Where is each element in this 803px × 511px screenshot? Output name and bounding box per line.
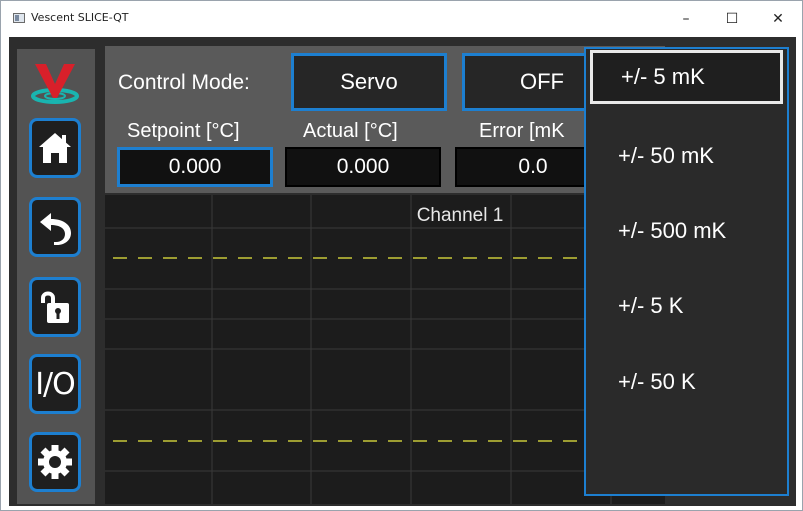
actual-value-display: 0.000 <box>285 147 441 187</box>
range-option[interactable]: +/- 5 mK <box>590 50 783 104</box>
control-mode-servo-button[interactable]: Servo <box>291 53 447 111</box>
settings-button[interactable] <box>29 432 81 492</box>
close-button[interactable]: ✕ <box>755 1 801 37</box>
range-option[interactable]: +/- 5 K <box>590 279 783 333</box>
setpoint-input[interactable]: 0.000 <box>117 147 273 187</box>
home-icon <box>39 133 71 163</box>
error-label: Error [mK <box>479 120 565 142</box>
window-title: Vescent SLICE-QT <box>31 11 129 24</box>
range-option[interactable]: +/- 50 mK <box>590 129 783 183</box>
setpoint-label: Setpoint [°C] <box>127 120 240 142</box>
chart-title: Channel 1 <box>416 205 504 226</box>
back-button[interactable] <box>29 197 81 257</box>
unlock-button[interactable] <box>29 277 81 337</box>
gear-icon <box>38 445 72 479</box>
home-button[interactable] <box>29 118 81 178</box>
title-bar: Vescent SLICE-QT – ☐ ✕ <box>1 1 802 37</box>
channel-chart: Channel 1 <box>105 195 665 504</box>
unlocked-padlock-icon <box>41 291 69 323</box>
sidebar: I/O <box>17 49 95 504</box>
range-option[interactable]: +/- 50 K <box>590 355 783 409</box>
range-dropdown-list[interactable]: +/- 5 mK +/- 50 mK +/- 500 mK +/- 5 K +/… <box>584 47 789 496</box>
undo-arrow-icon <box>40 213 71 245</box>
vescent-logo-icon <box>31 64 79 104</box>
maximize-button[interactable]: ☐ <box>709 1 755 37</box>
chart-plot-area <box>105 195 665 504</box>
control-panel: Control Mode: Servo OFF Setpoint [°C] Ac… <box>105 46 665 193</box>
control-mode-label: Control Mode: <box>118 71 250 94</box>
io-button[interactable]: I/O <box>29 354 81 414</box>
actual-label: Actual [°C] <box>303 120 398 142</box>
app-window: Vescent SLICE-QT – ☐ ✕ I/O Control Mode:… <box>0 0 803 511</box>
range-option[interactable]: +/- 500 mK <box>590 204 783 258</box>
app-icon <box>13 13 25 23</box>
minimize-button[interactable]: – <box>663 1 709 37</box>
